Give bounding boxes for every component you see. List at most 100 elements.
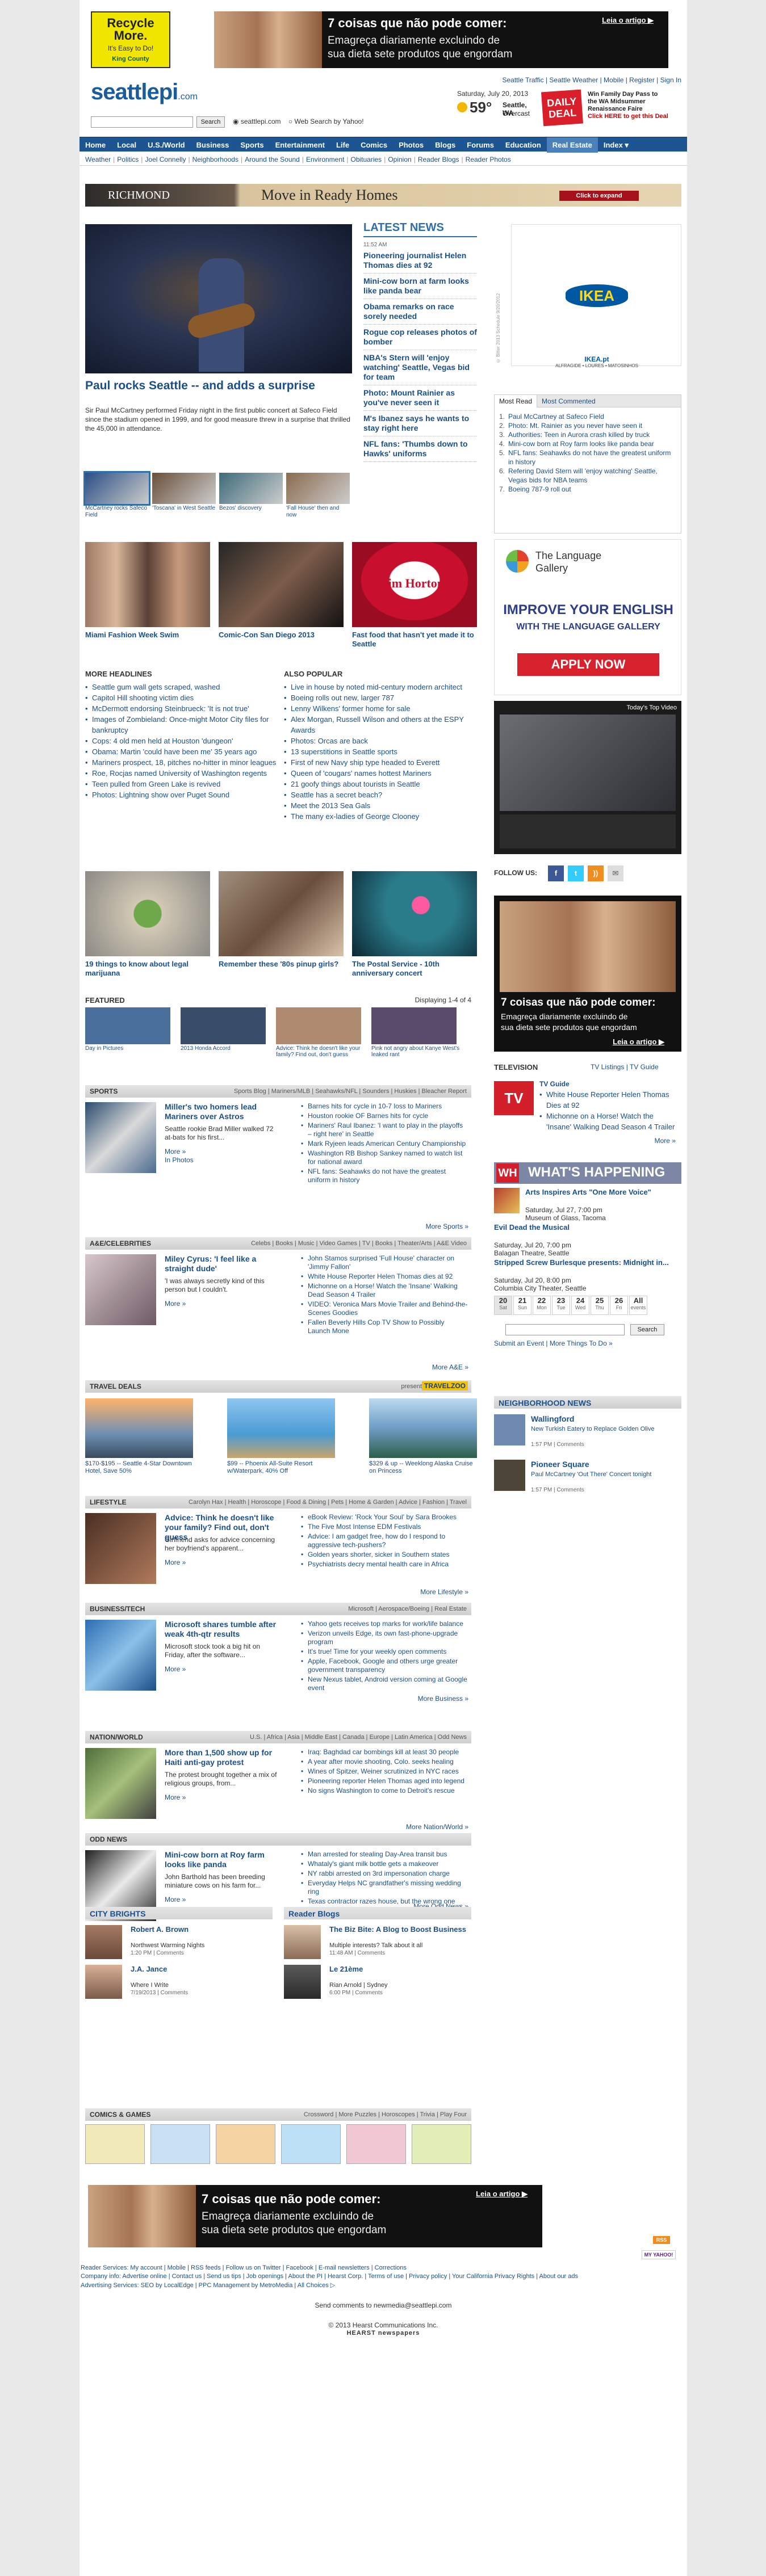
blog-name[interactable]: Robert A. Brown xyxy=(131,1925,270,1934)
subnav-item[interactable]: Joel Connelly xyxy=(145,156,186,163)
headline-link[interactable]: Teen pulled from Green Lake is revived xyxy=(85,779,278,789)
section-title[interactable]: LIFESTYLE xyxy=(90,1498,127,1506)
promo-card[interactable]: Comic-Con San Diego 2013 xyxy=(219,542,344,661)
section-list-item[interactable]: VIDEO: Veronica Mars Movie Trailer and B… xyxy=(301,1300,468,1317)
section-list-item[interactable]: Washington RB Bishop Sankey named to wat… xyxy=(301,1149,468,1166)
travel-deal[interactable]: $329 & up -- Weeklong Alaska Cruise on P… xyxy=(369,1398,477,1484)
event-title[interactable]: Stripped Screw Burlesque presents: Midni… xyxy=(494,1258,676,1267)
section-list-item[interactable]: Psychiatrists decry mental health care i… xyxy=(301,1560,468,1569)
day-tab[interactable]: 21 Sun xyxy=(513,1296,531,1315)
comic-thumb[interactable] xyxy=(281,2124,341,2164)
nav-item[interactable]: Education xyxy=(500,137,547,153)
section-more-link[interactable]: More Nation/World » xyxy=(406,1823,468,1831)
lead-thumb[interactable]: McCartney rocks Safeco Field xyxy=(83,471,150,524)
neighborhood-headline[interactable]: Paul McCartney 'Out There' Concert tonig… xyxy=(531,1471,662,1478)
search-button[interactable]: Search xyxy=(196,116,225,128)
promo-card[interactable]: Miami Fashion Week Swim xyxy=(85,542,210,661)
gallery-apply-button[interactable]: APPLY NOW xyxy=(517,653,659,676)
featured-item[interactable]: Day in Pictures xyxy=(85,1007,176,1064)
day-tab[interactable]: 20 Sat xyxy=(494,1296,512,1315)
nav-item[interactable]: Business xyxy=(191,137,235,153)
lead-headline[interactable]: Paul rocks Seattle -- and adds a surpris… xyxy=(85,379,358,393)
section-more[interactable]: More » xyxy=(165,1665,186,1673)
most-read-item[interactable]: 1. Paul McCartney at Safeco Field xyxy=(499,412,676,421)
footer-ad-link[interactable]: Leia o artigo ▶ xyxy=(476,2190,528,2199)
headline-link[interactable]: Michonne on a Horse! Watch the 'Insane' … xyxy=(539,1111,679,1132)
featured-item[interactable]: Advice: Think he doesn't like your famil… xyxy=(276,1007,367,1064)
section-list-item[interactable]: A year after movie shooting, Colo. seeks… xyxy=(301,1758,468,1766)
headline-link[interactable]: Seattle gum wall gets scraped, washed xyxy=(85,682,278,692)
section-links[interactable]: Sports Blog | Mariners/MLB | Seahawks/NF… xyxy=(234,1088,467,1095)
search-radio-web[interactable]: ○ xyxy=(288,117,295,125)
section-list-item[interactable]: Apple, Facebook, Google and others urge … xyxy=(301,1657,468,1674)
comic-thumb[interactable] xyxy=(346,2124,406,2164)
section-links[interactable]: Celebs | Books | Music | Video Games | T… xyxy=(251,1240,467,1247)
section-headline[interactable]: Miley Cyrus: 'I feel like a straight dud… xyxy=(165,1254,278,1274)
section-list-item[interactable]: eBook Review: 'Rock Your Soul' by Sara B… xyxy=(301,1513,468,1522)
featured-item[interactable]: Pink not angry about Kanye West's leaked… xyxy=(371,1007,462,1064)
nav-item[interactable]: Home xyxy=(79,137,111,153)
section-more-link[interactable]: More Sports » xyxy=(426,1222,468,1230)
day-tab[interactable]: 22 Mon xyxy=(533,1296,551,1315)
tvguide-logo[interactable]: TV xyxy=(494,1081,534,1115)
section-list-item[interactable]: John Stamos surprised 'Full House' chara… xyxy=(301,1254,468,1271)
section-photos-link[interactable]: In Photos xyxy=(165,1156,194,1164)
section-more-link[interactable]: More Business » xyxy=(418,1695,468,1703)
daily-deal-badge[interactable]: DAILY DEAL xyxy=(541,89,584,127)
promo-card[interactable]: Tim Hortons Fast food that hasn't yet mad… xyxy=(352,542,477,661)
travel-deal[interactable]: $99 -- Phoenix All-Suite Resort w/Waterp… xyxy=(227,1398,335,1484)
neighborhood-place[interactable]: Pioneer Square xyxy=(531,1460,589,1469)
section-more-link[interactable]: More Lifestyle » xyxy=(420,1588,468,1596)
nav-item[interactable]: Local xyxy=(111,137,142,153)
blog-name[interactable]: J.A. Jance xyxy=(131,1965,270,1973)
promo-card[interactable]: 19 things to know about legal marijuana xyxy=(85,871,210,990)
nav-item[interactable]: Sports xyxy=(235,137,269,153)
wh-submit[interactable]: Submit an Event | More Things To Do » xyxy=(494,1339,613,1347)
section-list-item[interactable]: Iraq: Baghdad car bombings kill at least… xyxy=(301,1748,468,1756)
tab-most-commented[interactable]: Most Commented xyxy=(537,395,600,407)
day-tab[interactable]: 23 Tue xyxy=(552,1296,570,1315)
footer-ad-seven-things[interactable]: 7 coisas que não pode comer: Emagreça di… xyxy=(88,2185,542,2247)
blog-name[interactable]: Le 21ème xyxy=(329,1965,468,1973)
latest-news-item[interactable]: Pioneering journalist Helen Thomas dies … xyxy=(363,248,477,274)
section-title[interactable]: NATION/WORLD xyxy=(90,1733,143,1741)
latest-news-item[interactable]: M's Ibanez says he wants to stay right h… xyxy=(363,411,477,436)
wh-search-input[interactable] xyxy=(505,1324,625,1335)
tv-more[interactable]: More » xyxy=(655,1137,676,1145)
latest-news-item[interactable]: NBA's Stern will 'enjoy watching' Seattl… xyxy=(363,350,477,385)
blog-entry[interactable]: Le 21ème Rian Arnold | Sydney 6:00 PM | Co… xyxy=(284,1965,471,2002)
headline-link[interactable]: 21 goofy things about tourists in Seattl… xyxy=(284,779,477,789)
subnav-item[interactable]: Environment xyxy=(306,156,344,163)
section-photo[interactable] xyxy=(85,1513,156,1584)
section-list-item[interactable]: Mariners' Raul Ibanez: 'I want to play i… xyxy=(301,1121,468,1138)
section-more[interactable]: More » xyxy=(165,1300,186,1308)
section-more[interactable]: More » xyxy=(165,1793,186,1801)
latest-news-item[interactable]: Mini-cow born at farm looks like panda b… xyxy=(363,274,477,299)
section-photo[interactable] xyxy=(85,1254,156,1325)
section-headline[interactable]: Microsoft shares tumble after weak 4th-q… xyxy=(165,1620,278,1639)
section-more-link[interactable]: More A&E » xyxy=(432,1363,468,1371)
section-list-item[interactable]: Everyday Helps NC grandfather's missing … xyxy=(301,1879,468,1896)
section-headline[interactable]: Mini-cow born at Roy farm looks like pan… xyxy=(165,1850,278,1869)
section-photo[interactable] xyxy=(85,1620,156,1691)
day-tab[interactable]: 24 Wed xyxy=(571,1296,589,1315)
comic-thumb[interactable] xyxy=(150,2124,210,2164)
blog-entry[interactable]: Robert A. Brown Northwest Warming Nights 1… xyxy=(85,1925,273,1962)
blog-entry[interactable]: The Biz Bite: A Blog to Boost Business Mu… xyxy=(284,1925,471,1962)
section-headline[interactable]: Miller's two homers lead Mariners over A… xyxy=(165,1102,278,1121)
lead-thumb[interactable]: 'Fall House' then and now xyxy=(286,473,350,524)
section-title[interactable]: ODD NEWS xyxy=(90,1835,127,1843)
rail-ad-link[interactable]: Leia o artigo ▶ xyxy=(613,1037,664,1047)
section-title[interactable]: A&E/CELEBRITIES xyxy=(90,1239,151,1247)
most-read-item[interactable]: 3. Authorities: Teen in Aurora crash kill… xyxy=(499,430,676,439)
weather-widget[interactable]: Saturday, July 20, 2013 59° Seattle, WA … xyxy=(457,90,539,129)
section-list-item[interactable]: Verizon unveils Edge, its own fast-phone… xyxy=(301,1629,468,1646)
comic-thumb[interactable] xyxy=(85,2124,145,2164)
event-item[interactable]: Stripped Screw Burlesque presents: Midni… xyxy=(494,1258,681,1292)
nav-item[interactable]: U.S./World xyxy=(142,137,190,153)
section-title[interactable]: SPORTS xyxy=(90,1087,118,1095)
section-list-item[interactable]: No signs Washington to come to Detroit's… xyxy=(301,1787,468,1795)
headline-link[interactable]: Photos: Lightning show over Puget Sound xyxy=(85,789,278,800)
nav-item[interactable]: Blogs xyxy=(429,137,461,153)
headline-link[interactable]: Roe, Rocjas named University of Washingt… xyxy=(85,768,278,779)
